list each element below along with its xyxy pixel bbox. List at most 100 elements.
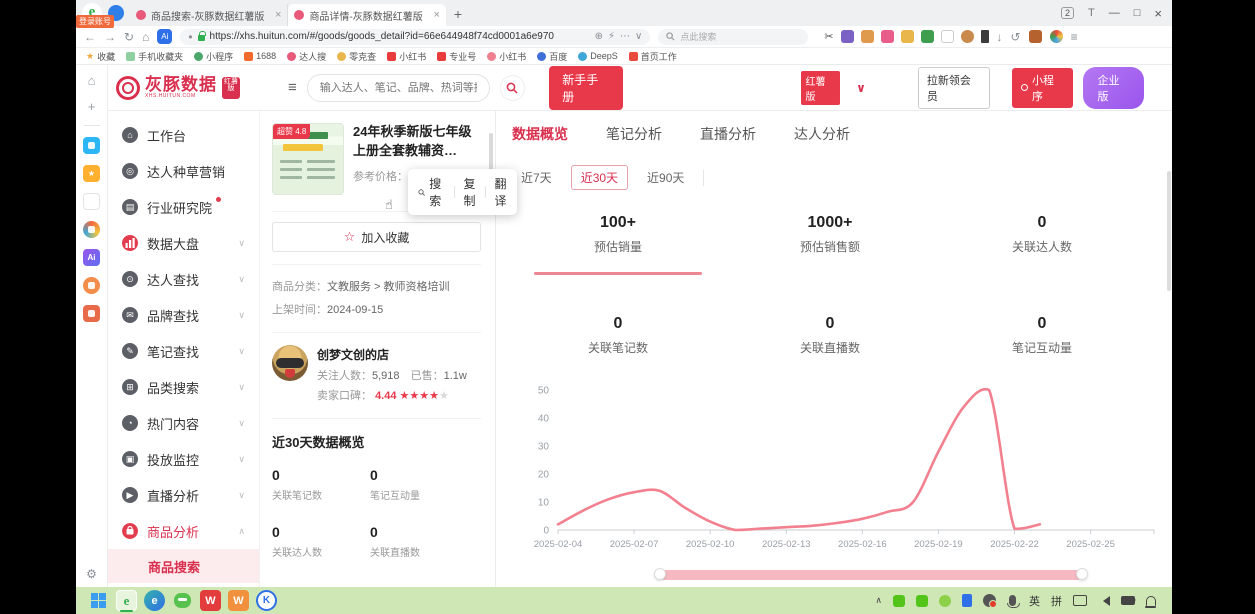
- bookmark-item[interactable]: 手机收藏夹: [126, 50, 183, 63]
- maximize-button[interactable]: □: [1134, 7, 1141, 19]
- kpi-linked-influencers[interactable]: 0关联达人数: [936, 214, 1148, 275]
- sidebar-item-live-analysis[interactable]: ▶直播分析∨: [108, 477, 259, 513]
- sidebar-item-hot-content[interactable]: ◔热门内容∨: [108, 405, 259, 441]
- enterprise-button[interactable]: 企业版: [1083, 67, 1144, 109]
- back-icon[interactable]: ←: [84, 30, 96, 44]
- new-tab-button[interactable]: +: [454, 6, 462, 22]
- range-30d-button[interactable]: 近30天: [571, 165, 628, 190]
- bookmark-item[interactable]: 达人搜: [287, 50, 326, 63]
- app-search-input[interactable]: [307, 74, 490, 102]
- camera-icon[interactable]: [1121, 596, 1135, 605]
- bookmark-item[interactable]: 小程序: [194, 50, 233, 63]
- bookmark-item[interactable]: DeepS: [578, 51, 618, 61]
- sidebar-item-industry-research[interactable]: ▤行业研究院: [108, 189, 259, 225]
- notification-bell-icon[interactable]: [1146, 596, 1156, 606]
- game-center-icon[interactable]: [83, 305, 100, 322]
- popup-copy-button[interactable]: 复制: [464, 175, 477, 209]
- sidebar-item-influencer-search[interactable]: ⊙达人查找∨: [108, 261, 259, 297]
- microphone-icon[interactable]: [1009, 595, 1016, 606]
- bookmark-item[interactable]: 小红书: [387, 50, 426, 63]
- ai-assistant-icon[interactable]: Ai: [157, 29, 172, 44]
- extension-icon[interactable]: [941, 30, 954, 43]
- extension-icon[interactable]: [901, 30, 914, 43]
- extension-icon[interactable]: [921, 30, 934, 43]
- kpi-est-sales[interactable]: 100+预估销量: [512, 214, 724, 275]
- forward-icon[interactable]: →: [104, 30, 116, 44]
- shop-name[interactable]: 创梦文创的店: [317, 345, 467, 367]
- popup-translate-button[interactable]: 翻译: [495, 175, 508, 209]
- scissors-extension-icon[interactable]: ✂: [824, 30, 833, 43]
- search-input[interactable]: [320, 82, 477, 94]
- favorites-app-icon[interactable]: ★: [83, 165, 100, 182]
- bookmark-item[interactable]: 首页工作: [629, 50, 677, 63]
- extension-icon[interactable]: [881, 30, 894, 43]
- close-tab-icon[interactable]: ×: [433, 9, 439, 21]
- newbie-manual-button[interactable]: 新手手册: [549, 66, 622, 110]
- browser-tab-product-search[interactable]: 商品搜索-灰豚数据红薯版 ×: [130, 4, 288, 26]
- wecom-tray-icon[interactable]: [916, 595, 928, 607]
- start-button[interactable]: [88, 590, 109, 611]
- tab-influencer-analysis[interactable]: 达人分析: [794, 124, 850, 144]
- product-thumbnail[interactable]: 超赞 4.8: [272, 123, 344, 195]
- taskbar-k-app[interactable]: K: [256, 590, 277, 611]
- range-90d-button[interactable]: 近90天: [638, 166, 693, 189]
- sidebar-item-note-search[interactable]: ✎笔记查找∨: [108, 333, 259, 369]
- pin-extension-icon[interactable]: [981, 30, 989, 43]
- refresh-icon[interactable]: ↻: [124, 30, 134, 44]
- tab-live-analysis[interactable]: 直播分析: [700, 124, 756, 144]
- taskbar-wpp[interactable]: W: [228, 590, 249, 611]
- sidebar-item-data-dashboard[interactable]: 数据大盘∨: [108, 225, 259, 261]
- tab-count-badge[interactable]: 2: [1061, 7, 1074, 19]
- add-to-favorites-button[interactable]: ☆ 加入收藏: [272, 222, 481, 252]
- app-icon[interactable]: [83, 277, 100, 294]
- miniapp-button[interactable]: 小程序: [1012, 68, 1073, 108]
- app-tray-icon[interactable]: [939, 595, 951, 607]
- browser-search-box[interactable]: 点此搜索: [658, 29, 808, 45]
- close-button[interactable]: ×: [1154, 6, 1162, 21]
- more-icon[interactable]: ⋯: [620, 31, 630, 42]
- chevron-down-icon[interactable]: ∨: [856, 81, 866, 95]
- bookmark-item[interactable]: 1688: [244, 51, 276, 61]
- bookmark-item[interactable]: 小红书: [487, 50, 526, 63]
- bookmark-item[interactable]: 百度: [537, 50, 567, 63]
- ai-browser-icon[interactable]: [83, 221, 100, 238]
- add-icon[interactable]: +: [88, 99, 96, 114]
- account-badge[interactable]: 登录账号: [76, 15, 114, 28]
- browser-tab-product-detail[interactable]: 商品详情-灰豚数据红薯版 ×: [288, 4, 445, 26]
- sidebar-item-influencer-marketing[interactable]: ◎达人种草营销: [108, 153, 259, 189]
- taskbar-edge[interactable]: e: [144, 590, 165, 611]
- slider-track[interactable]: [660, 570, 1082, 580]
- kpi-note-engagement[interactable]: 0笔记互动量: [936, 315, 1148, 356]
- chart-range-slider[interactable]: [512, 569, 1162, 581]
- ai-app-icon[interactable]: Ai: [83, 249, 100, 266]
- collapse-sidebar-icon[interactable]: ≡: [288, 79, 297, 96]
- slider-handle-right[interactable]: [1076, 568, 1088, 580]
- sidebar-item-category-search[interactable]: ⊞品类搜索∨: [108, 369, 259, 405]
- invite-member-button[interactable]: 拉新领会员: [918, 67, 990, 109]
- taskbar-wps[interactable]: W: [200, 590, 221, 611]
- slider-handle-left[interactable]: [654, 568, 666, 580]
- bluetooth-icon[interactable]: [962, 594, 972, 607]
- bookmark-item[interactable]: 专业号: [437, 50, 476, 63]
- tray-expand-icon[interactable]: ∧: [875, 595, 882, 606]
- wechat-tray-icon[interactable]: [893, 595, 905, 607]
- flash-icon[interactable]: ⚡: [608, 31, 615, 42]
- url-field[interactable]: • https://xhs.huitun.com/#/goods/goods_d…: [180, 29, 650, 45]
- range-7d-button[interactable]: 近7天: [512, 166, 561, 189]
- sidebar-item-ad-monitor[interactable]: ▣投放监控∨: [108, 441, 259, 477]
- zoom-icon[interactable]: ⊕: [595, 31, 603, 42]
- kpi-linked-lives[interactable]: 0关联直播数: [724, 315, 936, 356]
- extension-icon[interactable]: [841, 30, 854, 43]
- extension-icon[interactable]: [961, 30, 974, 43]
- menu-icon[interactable]: ≡: [1071, 30, 1078, 44]
- version-badge[interactable]: 红薯版: [801, 71, 841, 105]
- shop-avatar[interactable]: [272, 345, 308, 381]
- huitun-logo[interactable]: 灰豚数据 XHS.HUITUN.COM 红薯版: [116, 76, 264, 100]
- extension-icon[interactable]: [861, 30, 874, 43]
- product-title[interactable]: 24年秋季新版七年级上册全套教辅资…: [353, 123, 481, 161]
- page-scrollbar[interactable]: [1167, 171, 1171, 291]
- sidebar-item-workbench[interactable]: ⌂工作台: [108, 117, 259, 153]
- tab-note-analysis[interactable]: 笔记分析: [606, 124, 662, 144]
- profile-icon[interactable]: [1050, 30, 1063, 43]
- recorder-tray-icon[interactable]: [983, 594, 996, 607]
